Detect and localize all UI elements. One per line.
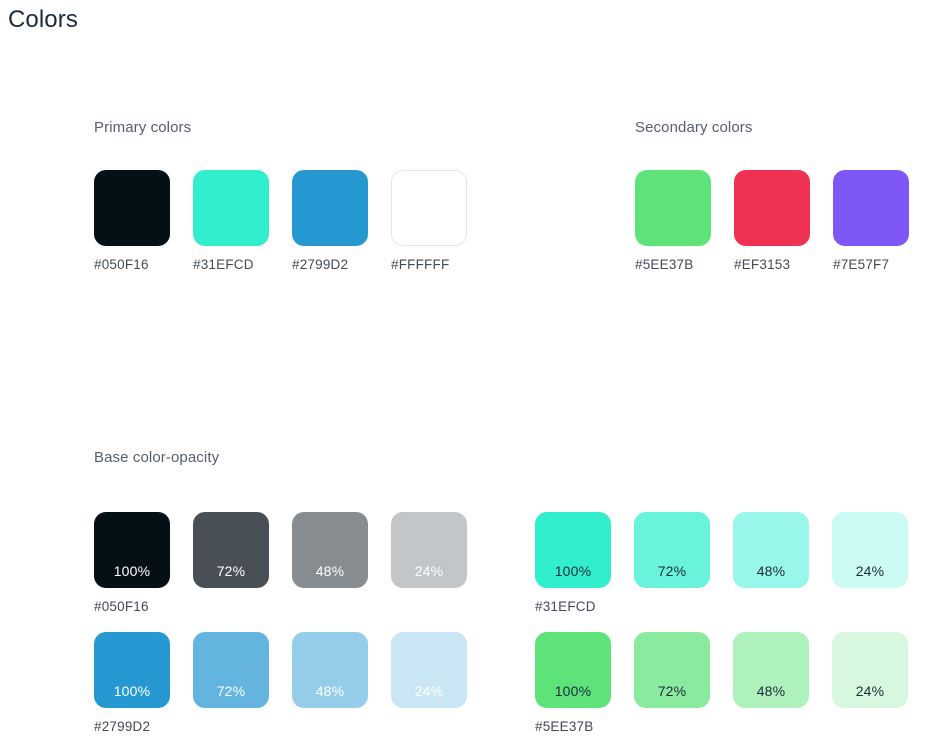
color-swatch[interactable] xyxy=(635,170,711,246)
color-swatch[interactable] xyxy=(193,170,269,246)
color-swatch[interactable] xyxy=(292,170,368,246)
opacity-swatch[interactable]: 48% xyxy=(292,632,368,708)
opacity-swatch-cell: 24% xyxy=(832,632,931,735)
opacity-percentage-label: 72% xyxy=(216,683,246,699)
opacity-percentage-label: 48% xyxy=(315,563,345,579)
opacity-swatch-cell: 24% xyxy=(391,512,490,615)
opacity-swatch[interactable]: 72% xyxy=(193,512,269,588)
opacity-swatch[interactable]: 72% xyxy=(634,512,710,588)
opacity-row-blue: 100% #2799D2 72% 48% 24% xyxy=(94,632,490,735)
opacity-swatch-cell: 100% #5EE37B xyxy=(535,632,634,735)
color-swatch[interactable] xyxy=(833,170,909,246)
opacity-swatch[interactable]: 24% xyxy=(832,632,908,708)
opacity-swatch-cell: 48% xyxy=(733,512,832,615)
opacity-row-teal: 100% #31EFCD 72% 48% 24% xyxy=(535,512,931,615)
color-hex-label: #2799D2 xyxy=(292,257,349,272)
primary-colors-heading: Primary colors xyxy=(94,119,192,136)
color-swatch-cell: #050F16 xyxy=(94,170,193,272)
opacity-swatch[interactable]: 24% xyxy=(832,512,908,588)
opacity-swatch-cell: 100% #050F16 xyxy=(94,512,193,615)
color-hex-label: #5EE37B xyxy=(635,257,694,272)
opacity-swatch-cell: 100% #31EFCD xyxy=(535,512,634,615)
opacity-percentage-label: 72% xyxy=(657,683,687,699)
opacity-row-green: 100% #5EE37B 72% 48% 24% xyxy=(535,632,931,735)
color-swatch-cell: #EF3153 xyxy=(734,170,833,272)
colors-style-guide-page: Colors Primary colors #050F16 #31EFCD #279… xyxy=(0,0,946,750)
page-title: Colors xyxy=(8,6,78,33)
opacity-swatch[interactable]: 100% xyxy=(94,512,170,588)
opacity-swatch-cell: 48% xyxy=(733,632,832,735)
opacity-percentage-label: 48% xyxy=(756,683,786,699)
opacity-swatch[interactable]: 24% xyxy=(391,632,467,708)
color-swatch-cell: #31EFCD xyxy=(193,170,292,272)
opacity-percentage-label: 72% xyxy=(216,563,246,579)
opacity-swatch[interactable]: 72% xyxy=(193,632,269,708)
color-hex-label: #050F16 xyxy=(94,257,149,272)
color-hex-label: #31EFCD xyxy=(193,257,254,272)
color-swatch[interactable] xyxy=(94,170,170,246)
opacity-percentage-label: 100% xyxy=(113,563,151,579)
opacity-swatch[interactable]: 48% xyxy=(733,512,809,588)
base-color-opacity-heading: Base color-opacity xyxy=(94,449,220,466)
color-swatch-cell: #7E57F7 xyxy=(833,170,932,272)
secondary-colors-heading: Secondary colors xyxy=(635,119,753,136)
opacity-percentage-label: 48% xyxy=(756,563,786,579)
opacity-percentage-label: 100% xyxy=(113,683,151,699)
opacity-swatch-cell: 72% xyxy=(193,512,292,615)
opacity-percentage-label: 48% xyxy=(315,683,345,699)
opacity-swatch[interactable]: 100% xyxy=(535,512,611,588)
opacity-swatch[interactable]: 24% xyxy=(391,512,467,588)
opacity-swatch[interactable]: 48% xyxy=(292,512,368,588)
opacity-base-hex-label: #050F16 xyxy=(94,599,149,614)
opacity-percentage-label: 24% xyxy=(855,683,885,699)
opacity-percentage-label: 24% xyxy=(414,563,444,579)
color-swatch-cell: #5EE37B xyxy=(635,170,734,272)
opacity-swatch-cell: 72% xyxy=(193,632,292,735)
secondary-colors-swatch-row: #5EE37B #EF3153 #7E57F7 xyxy=(635,170,932,272)
opacity-swatch-cell: 48% xyxy=(292,632,391,735)
opacity-row-base: 100% #050F16 72% 48% 24% xyxy=(94,512,490,615)
opacity-swatch[interactable]: 48% xyxy=(733,632,809,708)
opacity-base-hex-label: #2799D2 xyxy=(94,719,151,734)
opacity-percentage-label: 24% xyxy=(855,563,885,579)
color-swatch[interactable] xyxy=(734,170,810,246)
opacity-base-hex-label: #5EE37B xyxy=(535,719,594,734)
opacity-swatch-cell: 72% xyxy=(634,632,733,735)
color-swatch[interactable] xyxy=(391,170,467,246)
opacity-base-hex-label: #31EFCD xyxy=(535,599,596,614)
opacity-swatch-cell: 48% xyxy=(292,512,391,615)
opacity-percentage-label: 24% xyxy=(414,683,444,699)
color-hex-label: #7E57F7 xyxy=(833,257,890,272)
color-hex-label: #EF3153 xyxy=(734,257,791,272)
color-swatch-cell: #FFFFFF xyxy=(391,170,490,272)
opacity-percentage-label: 72% xyxy=(657,563,687,579)
opacity-swatch-cell: 24% xyxy=(391,632,490,735)
opacity-swatch[interactable]: 72% xyxy=(634,632,710,708)
opacity-percentage-label: 100% xyxy=(554,563,592,579)
opacity-swatch-cell: 100% #2799D2 xyxy=(94,632,193,735)
opacity-swatch-cell: 24% xyxy=(832,512,931,615)
opacity-swatch[interactable]: 100% xyxy=(535,632,611,708)
opacity-swatch[interactable]: 100% xyxy=(94,632,170,708)
opacity-percentage-label: 100% xyxy=(554,683,592,699)
color-hex-label: #FFFFFF xyxy=(391,257,450,272)
primary-colors-swatch-row: #050F16 #31EFCD #2799D2 #FFFFFF xyxy=(94,170,490,272)
color-swatch-cell: #2799D2 xyxy=(292,170,391,272)
opacity-swatch-cell: 72% xyxy=(634,512,733,615)
